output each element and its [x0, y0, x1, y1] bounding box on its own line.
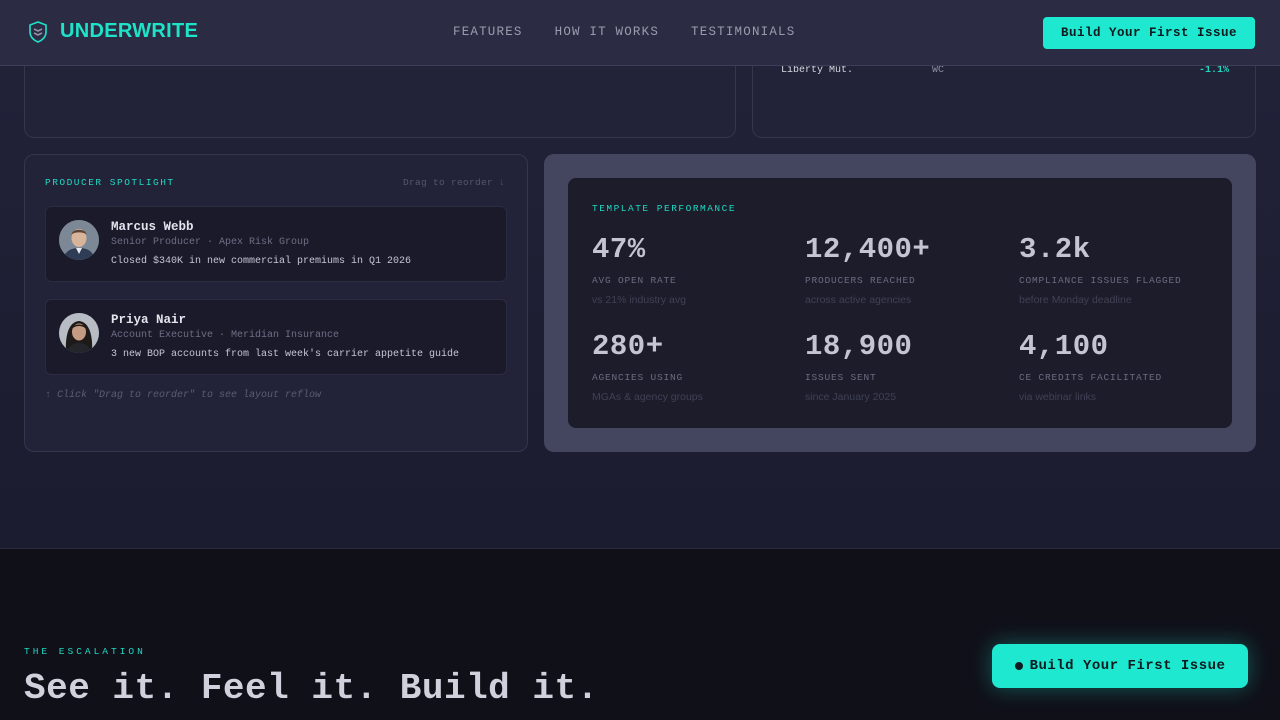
producer-role: Account Executive · Meridian Insurance — [111, 330, 340, 341]
nav-testimonials[interactable]: TESTIMONIALS — [691, 25, 795, 39]
escalation-headline: See it. Feel it. Build it. — [24, 668, 599, 709]
carrier-table-row: Liberty Mut. WC -1.1% — [781, 65, 1229, 79]
stat-sub: via webinar links — [1019, 391, 1097, 403]
stat-value: 47% — [592, 233, 646, 266]
shield-logo-icon — [29, 20, 47, 43]
stat-value: 280+ — [592, 330, 664, 363]
stat-sub: since January 2025 — [805, 391, 897, 403]
nav-features[interactable]: FEATURES — [453, 25, 523, 39]
brand-name: UNDERWRITE — [60, 20, 199, 42]
template-performance-card: TEMPLATE PERFORMANCE 47% AVG OPEN RATE v… — [568, 178, 1232, 428]
stat-label: COMPLIANCE ISSUES FLAGGED — [1019, 275, 1182, 286]
stat-label: PRODUCERS REACHED — [805, 275, 916, 286]
stat-issues-sent: 18,900 ISSUES SENT since January 2025 — [805, 330, 1005, 404]
stat-sub: vs 21% industry avg — [592, 294, 686, 306]
site-header: UNDERWRITE FEATURES HOW IT WORKS TESTIMO… — [0, 0, 1280, 66]
stat-label: CE CREDITS FACILITATED — [1019, 372, 1163, 383]
producer-name: Priya Nair — [111, 313, 187, 327]
drag-to-reorder-link[interactable]: Drag to reorder ↓ — [403, 177, 505, 188]
brand-logo[interactable]: UNDERWRITE — [28, 20, 198, 43]
avatar — [59, 313, 99, 353]
producer-role: Senior Producer · Apex Risk Group — [111, 237, 310, 248]
stat-value: 4,100 — [1019, 330, 1109, 363]
stat-ce-credits: 4,100 CE CREDITS FACILITATED via webinar… — [1019, 330, 1219, 404]
avatar — [59, 220, 99, 260]
carrier-change: -1.1% — [1198, 65, 1229, 76]
stat-value: 12,400+ — [805, 233, 931, 266]
stat-sub: before Monday deadline — [1019, 294, 1132, 306]
build-first-issue-button[interactable]: Build Your First Issue — [1043, 17, 1255, 49]
reorder-hint: ↑ Click "Drag to reorder" to see layout … — [45, 390, 322, 401]
main-nav: FEATURES HOW IT WORKS TESTIMONIALS — [453, 25, 795, 39]
stat-sub: MGAs & agency groups — [592, 391, 703, 403]
stat-compliance-issues: 3.2k COMPLIANCE ISSUES FLAGGED before Mo… — [1019, 233, 1219, 307]
carrier-line: WC — [932, 65, 945, 76]
stat-value: 18,900 — [805, 330, 913, 363]
stat-label: AGENCIES USING — [592, 372, 684, 383]
stat-agencies-using: 280+ AGENCIES USING MGAs & agency groups — [592, 330, 792, 404]
floating-build-issue-button[interactable]: Build Your First Issue — [992, 644, 1248, 688]
producer-card[interactable]: Marcus Webb Senior Producer · Apex Risk … — [45, 206, 507, 282]
dot-icon — [1014, 662, 1023, 670]
stat-producers-reached: 12,400+ PRODUCERS REACHED across active … — [805, 233, 1005, 307]
template-performance-panel: TEMPLATE PERFORMANCE 47% AVG OPEN RATE v… — [544, 154, 1256, 452]
stat-label: ISSUES SENT — [805, 372, 877, 383]
stat-label: AVG OPEN RATE — [592, 275, 677, 286]
escalation-label: THE ESCALATION — [24, 646, 146, 657]
producer-note: Closed $340K in new commercial premiums … — [111, 256, 412, 267]
stat-open-rate: 47% AVG OPEN RATE vs 21% industry avg — [592, 233, 792, 307]
spotlight-label: PRODUCER SPOTLIGHT — [45, 177, 175, 188]
producer-spotlight-card: PRODUCER SPOTLIGHT Drag to reorder ↓ Mar… — [24, 154, 528, 452]
carrier-name: Liberty Mut. — [781, 65, 854, 76]
floating-cta-label: Build Your First Issue — [1029, 658, 1226, 674]
producer-card[interactable]: Priya Nair Account Executive · Meridian … — [45, 299, 507, 375]
stat-value: 3.2k — [1019, 233, 1091, 266]
stat-sub: across active agencies — [805, 294, 912, 306]
performance-label: TEMPLATE PERFORMANCE — [592, 203, 737, 214]
nav-how-it-works[interactable]: HOW IT WORKS — [555, 25, 659, 39]
producer-note: 3 new BOP accounts from last week's carr… — [111, 349, 460, 360]
producer-name: Marcus Webb — [111, 220, 194, 234]
